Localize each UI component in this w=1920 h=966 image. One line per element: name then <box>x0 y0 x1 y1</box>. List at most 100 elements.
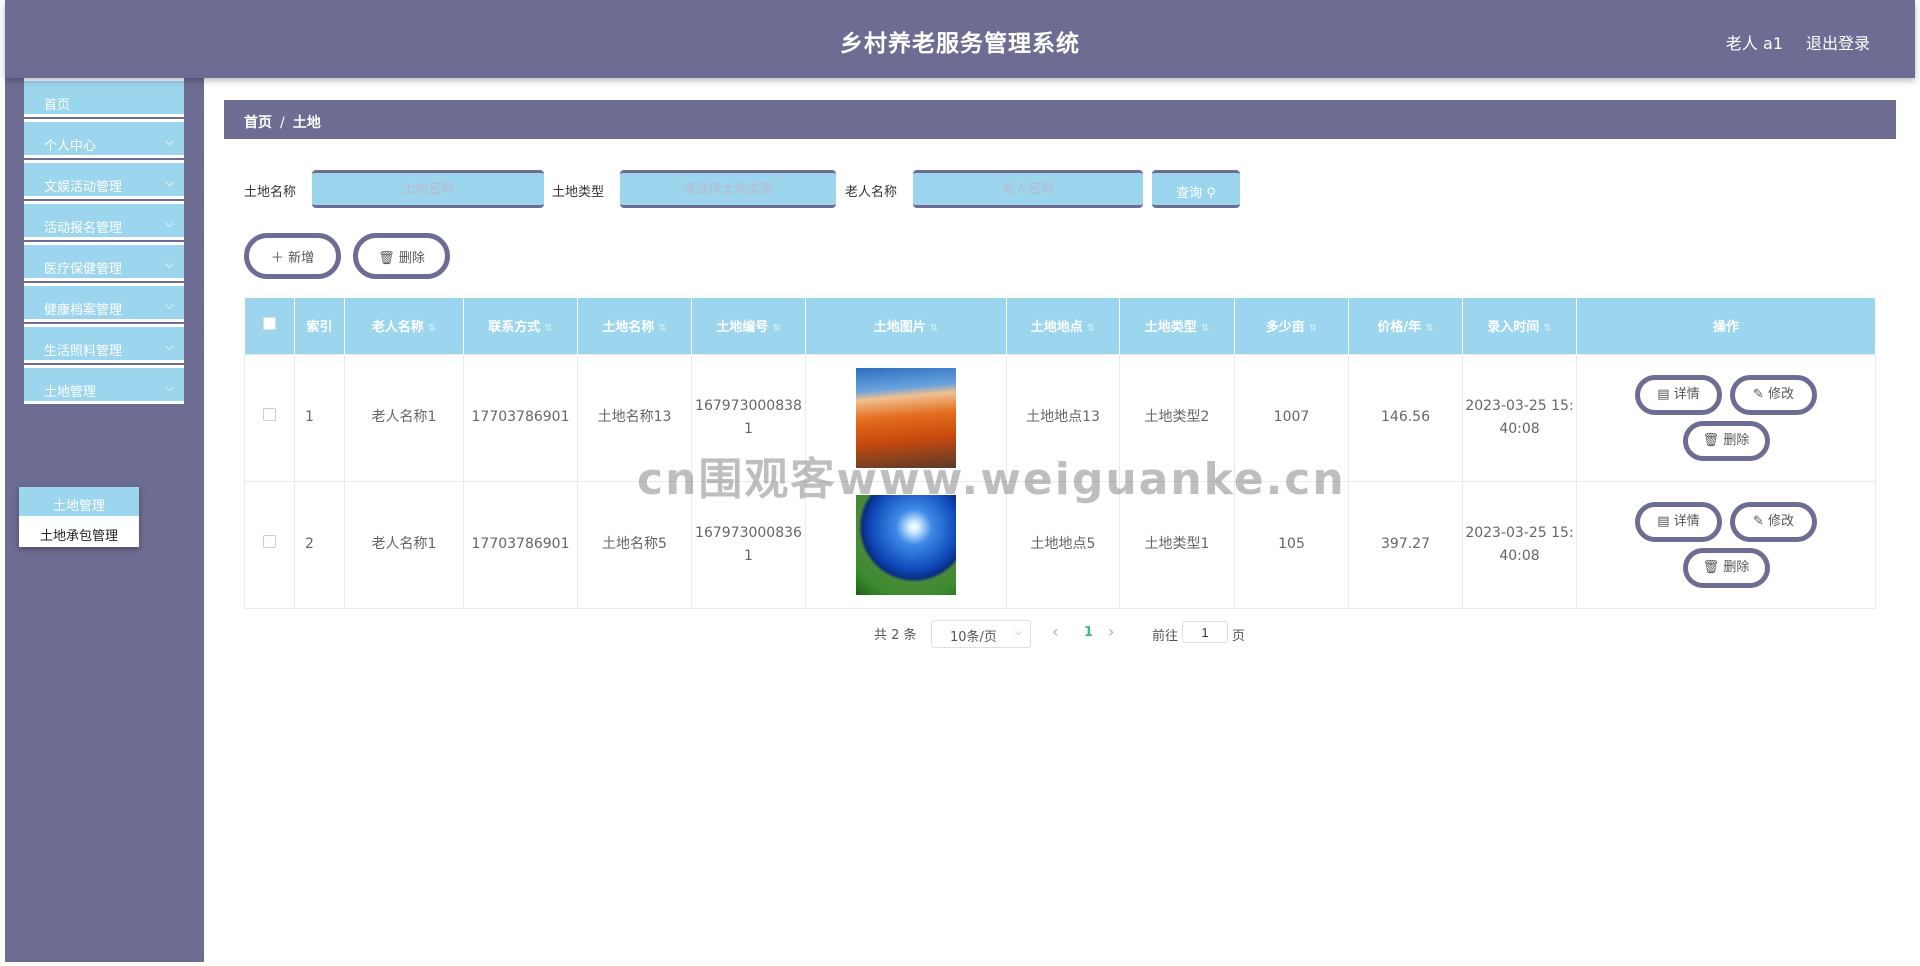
row-select-cell <box>244 353 295 482</box>
detail-label: 详情 <box>1673 513 1700 529</box>
col-price[interactable]: 价格/年 ⇅ <box>1348 298 1463 354</box>
page-size-value: 10条/页 <box>950 630 997 645</box>
land-name-input[interactable] <box>312 170 544 208</box>
cell-contact: 17703786901 <box>463 353 578 482</box>
col-operations: 操作 <box>1576 298 1876 354</box>
main-content: 首页 / 土地 土地名称 土地类型 老人名称 查询 ⚲ ＋ 新增 🗑 删除 索引 老… <box>204 78 1915 962</box>
sort-icon: ⇅ <box>1425 323 1434 335</box>
chevron-down-icon: ⌵ <box>164 257 174 271</box>
col-label: 土地类型 <box>1144 320 1197 336</box>
row-checkbox[interactable] <box>263 408 276 421</box>
sidebar-item-activity-signup[interactable]: 活动报名管理 ⌵ <box>24 201 184 240</box>
breadcrumb-home[interactable]: 首页 <box>244 115 272 131</box>
cell-index: 1 <box>294 353 345 482</box>
col-contact[interactable]: 联系方式 ⇅ <box>463 298 578 354</box>
edit-label: 修改 <box>1768 513 1795 529</box>
land-submenu: 土地管理 土地承包管理 <box>19 487 139 547</box>
col-label: 土地编号 <box>716 320 769 336</box>
delete-label: 删除 <box>1723 559 1750 575</box>
chevron-down-icon: ⌵ <box>164 298 174 312</box>
cell-entry-time: 2023-03-25 15:40:08 <box>1462 353 1577 482</box>
sidebar-item-label: 生活照料管理 <box>44 344 123 359</box>
col-label: 联系方式 <box>488 320 541 336</box>
land-type-select[interactable] <box>620 170 836 208</box>
sidebar-item-health-records[interactable]: 健康档案管理 ⌵ <box>24 283 184 322</box>
col-elder-name[interactable]: 老人名称 ⇅ <box>344 298 464 354</box>
goto-page-input[interactable] <box>1182 621 1228 643</box>
cell-index: 2 <box>294 480 345 609</box>
prev-page-icon[interactable]: ‹ <box>1052 622 1058 641</box>
delete-button[interactable]: 🗑 删除 <box>1682 547 1770 588</box>
col-land-image[interactable]: 土地图片 ⇅ <box>805 298 1007 354</box>
cell-entry-time: 2023-03-25 15:40:08 <box>1462 480 1577 609</box>
sort-icon: ⇅ <box>1308 323 1318 335</box>
edit-button[interactable]: ✎ 修改 <box>1730 374 1817 415</box>
land-thumbnail[interactable] <box>856 494 956 595</box>
select-all-checkbox[interactable] <box>262 317 276 331</box>
sort-icon: ⇅ <box>544 323 553 335</box>
sidebar-item-life-care[interactable]: 生活照料管理 ⌵ <box>24 324 184 363</box>
row-checkbox[interactable] <box>263 535 276 548</box>
goto-label: 前往 <box>1152 629 1179 644</box>
document-icon: ▤ <box>1657 513 1670 529</box>
land-name-label: 土地名称 <box>244 185 297 200</box>
cell-operations: ▤ 详情 ✎ 修改 🗑 删除 <box>1576 353 1876 482</box>
elder-name-input[interactable] <box>913 170 1143 208</box>
sidebar-item-label: 医疗保健管理 <box>44 262 123 277</box>
col-land-number[interactable]: 土地编号 ⇅ <box>691 298 806 354</box>
sidebar-item-home[interactable]: 首页 <box>24 78 184 117</box>
add-button-label: 新增 <box>288 251 315 266</box>
col-label: 录入时间 <box>1487 320 1540 336</box>
col-land-type[interactable]: 土地类型 ⇅ <box>1119 298 1235 354</box>
page-size-select[interactable]: 10条/页 ⌵ <box>931 620 1031 648</box>
col-label: 土地名称 <box>602 320 655 336</box>
submenu-item-land-contract[interactable]: 土地承包管理 <box>19 517 139 546</box>
sidebar-item-personal-center[interactable]: 个人中心 ⌵ <box>24 119 184 158</box>
chevron-down-icon: ⌵ <box>1014 627 1022 638</box>
query-button[interactable]: 查询 ⚲ <box>1152 170 1240 208</box>
col-label: 土地地点 <box>1030 320 1083 336</box>
sidebar-item-label: 土地管理 <box>44 385 97 400</box>
sort-icon: ⇅ <box>929 323 939 335</box>
current-page-number[interactable]: 1 <box>1084 625 1093 640</box>
land-type-label: 土地类型 <box>552 185 605 200</box>
col-land-location[interactable]: 土地地点 ⇅ <box>1006 298 1120 354</box>
chevron-down-icon: ⌵ <box>164 175 174 189</box>
cell-elder-name: 老人名称1 <box>344 353 464 482</box>
col-entry-time[interactable]: 录入时间 ⇅ <box>1462 298 1577 354</box>
query-button-label: 查询 <box>1176 186 1203 201</box>
col-acres[interactable]: 多少亩 ⇅ <box>1234 298 1349 354</box>
sort-icon: ⇅ <box>772 323 781 335</box>
col-label: 价格/年 <box>1377 320 1422 336</box>
logout-link[interactable]: 退出登录 <box>1806 30 1870 54</box>
detail-button[interactable]: ▤ 详情 <box>1635 501 1722 542</box>
col-label: 土地图片 <box>873 320 926 336</box>
watermark: cn围观客www.weiguanke.cn <box>637 454 1346 505</box>
top-header: 乡村养老服务管理系统 老人 a1 退出登录 <box>5 0 1915 78</box>
delete-button[interactable]: 🗑 删除 <box>1682 420 1770 461</box>
batch-delete-button[interactable]: 🗑 删除 <box>353 233 450 279</box>
delete-label: 删除 <box>1723 432 1750 448</box>
col-label: 老人名称 <box>371 320 424 336</box>
right-edge <box>1915 0 1920 966</box>
edit-button[interactable]: ✎ 修改 <box>1730 501 1817 542</box>
select-all-cell <box>244 298 295 354</box>
pencil-icon: ✎ <box>1752 386 1764 402</box>
sidebar-item-healthcare[interactable]: 医疗保健管理 ⌵ <box>24 242 184 281</box>
submenu-item-land-management[interactable]: 土地管理 <box>19 487 139 516</box>
cell-operations: ▤ 详情 ✎ 修改 🗑 删除 <box>1576 480 1876 609</box>
breadcrumb-current: 土地 <box>292 115 321 131</box>
elder-name-label: 老人名称 <box>845 185 898 200</box>
breadcrumb-separator: / <box>280 115 285 131</box>
next-page-icon[interactable]: › <box>1108 622 1114 641</box>
current-user: 老人 a1 <box>1725 34 1783 53</box>
sidebar-item-label: 个人中心 <box>44 139 97 154</box>
col-land-name[interactable]: 土地名称 ⇅ <box>577 298 692 354</box>
sidebar-item-land[interactable]: 土地管理 ⌵ <box>24 365 184 404</box>
detail-button[interactable]: ▤ 详情 <box>1635 374 1722 415</box>
pencil-icon: ✎ <box>1752 513 1764 529</box>
cell-price: 397.27 <box>1348 480 1463 609</box>
cell-elder-name: 老人名称1 <box>344 480 464 609</box>
sidebar-item-entertainment[interactable]: 文娱活动管理 ⌵ <box>24 160 184 199</box>
add-button[interactable]: ＋ 新增 <box>244 233 341 279</box>
